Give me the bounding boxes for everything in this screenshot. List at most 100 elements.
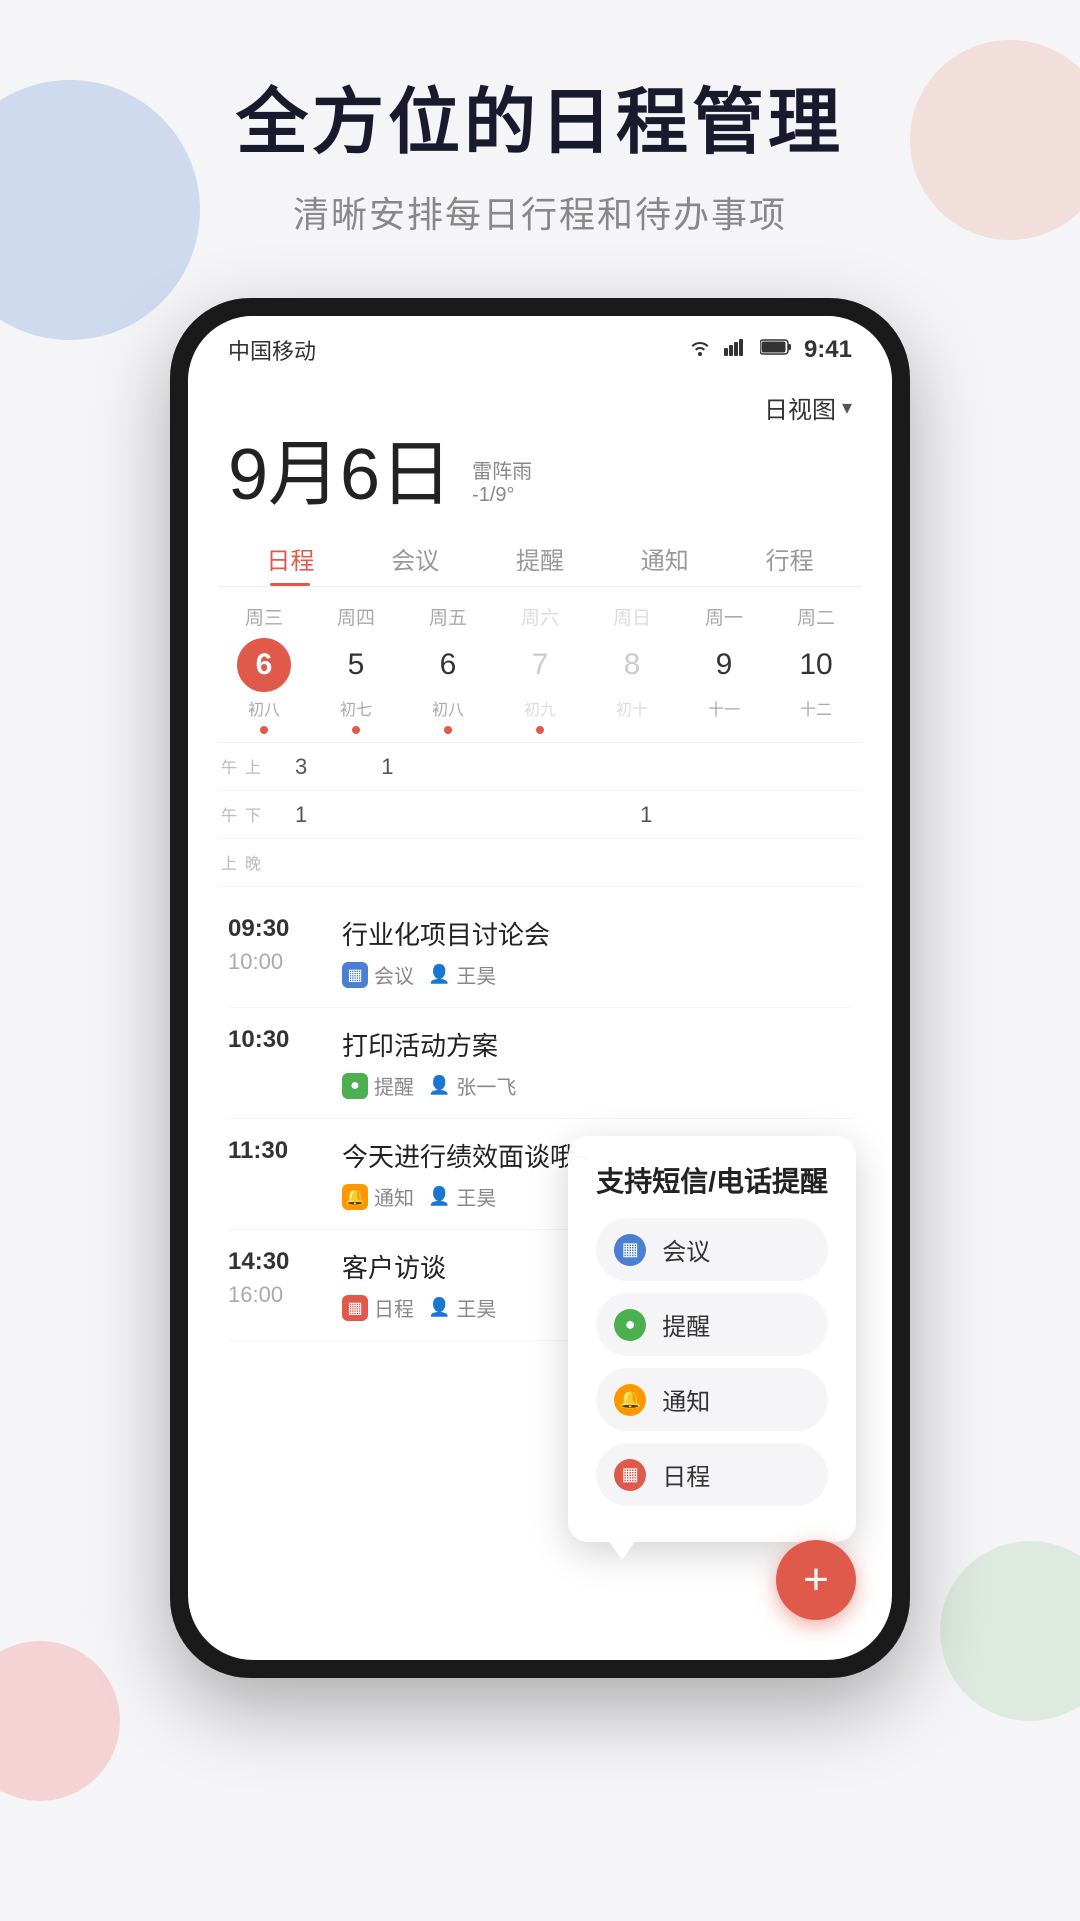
date-cell-9[interactable]: 9 十一 (678, 638, 770, 734)
title-2: 打印活动方案 (342, 1026, 852, 1063)
count-mon-eve (689, 853, 775, 873)
person-2: 👤 张一飞 (428, 1071, 516, 1100)
count-sat-pm (517, 805, 603, 825)
count-sat-eve (517, 853, 603, 873)
date-month: 9月 (228, 435, 340, 515)
status-right: 9:41 (688, 336, 852, 364)
date-dot-6 (260, 726, 268, 734)
date-day: 6日 (340, 435, 452, 515)
schedule-icon: ▦ (342, 1295, 368, 1321)
time-col-4: 14:30 16:00 (228, 1248, 318, 1308)
time-col-3: 11:30 (228, 1137, 318, 1165)
phone-container: 中国移动 9:41 (0, 298, 1080, 1678)
main-title: 全方位的日程管理 (0, 80, 1080, 166)
type-label-4: 日程 (374, 1293, 414, 1322)
count-thu-pm (344, 805, 430, 825)
schedule-item-2[interactable]: 10:30 打印活动方案 ● 提醒 👤 张 (228, 1008, 852, 1119)
date-cell-8[interactable]: 8 初十 (586, 638, 678, 734)
date-cell-10[interactable]: 10 十二 (770, 638, 862, 734)
schedule-item-1[interactable]: 09:30 10:00 行业化项目讨论会 ▦ 会议 (228, 897, 852, 1008)
date-header: 9月6日 雷阵雨 -1/9° (218, 429, 862, 527)
end-time-4: 16:00 (228, 1282, 318, 1308)
date-cell-5[interactable]: 5 初七 (310, 638, 402, 734)
date-cell-6b[interactable]: 6 初八 (402, 638, 494, 734)
person-name-3: 王昊 (456, 1182, 496, 1211)
status-time: 9:41 (804, 336, 852, 364)
date-dot-6b (444, 726, 452, 734)
count-row-afternoon: 下午 1 1 (218, 791, 862, 839)
meta-2: ● 提醒 👤 张一飞 (342, 1071, 852, 1100)
tab-notification[interactable]: 通知 (602, 527, 727, 586)
count-fri-pm (431, 805, 517, 825)
count-thu-eve (344, 853, 430, 873)
week-calendar: 周三 周四 周五 周六 周日 周一 周二 6 初八 (218, 587, 862, 734)
start-time-2: 10:30 (228, 1026, 318, 1054)
count-sun-eve (603, 853, 689, 873)
week-day-sun: 周日 (586, 603, 678, 630)
count-fri-am (431, 757, 517, 777)
week-day-fri: 周五 (402, 603, 494, 630)
view-selector-btn[interactable]: 日视图 ▾ (764, 390, 852, 425)
tab-reminder[interactable]: 提醒 (478, 527, 603, 586)
afternoon-label: 下午 (218, 791, 258, 838)
morning-label: 上午 (218, 743, 258, 790)
count-sun-pm: 1 (603, 792, 689, 838)
type-label-2: 提醒 (374, 1071, 414, 1100)
date-num-5: 5 (329, 638, 383, 692)
person-icon-1: 👤 (428, 964, 450, 985)
week-day-sat: 周六 (494, 603, 586, 630)
phone-outer: 中国移动 9:41 (170, 298, 910, 1678)
tooltip-reminder[interactable]: ● 提醒 (596, 1293, 828, 1356)
tooltip-meeting-label: 会议 (662, 1232, 710, 1267)
week-day-wed: 周三 (218, 603, 310, 630)
time-col-1: 09:30 10:00 (228, 915, 318, 975)
count-sun-am (603, 757, 689, 777)
lunar-5: 初七 (340, 696, 372, 720)
count-tue-eve (776, 853, 862, 873)
meta-1: ▦ 会议 👤 王昊 (342, 960, 852, 989)
date-display: 9月6日 (228, 439, 452, 511)
signal-icon (724, 338, 748, 362)
date-num-6b: 6 (421, 638, 475, 692)
person-icon-3: 👤 (428, 1186, 450, 1207)
view-selector[interactable]: 日视图 ▾ (218, 376, 862, 429)
tooltip-title: 支持短信/电话提醒 (596, 1160, 828, 1200)
type-badge-2: ● 提醒 (342, 1071, 414, 1100)
date-cell-7[interactable]: 7 初九 (494, 638, 586, 734)
status-carrier: 中国移动 (228, 334, 316, 366)
type-label-3: 通知 (374, 1182, 414, 1211)
person-3: 👤 王昊 (428, 1182, 496, 1211)
lunar-6: 初八 (248, 696, 280, 720)
person-4: 👤 王昊 (428, 1293, 496, 1322)
type-badge-4: ▦ 日程 (342, 1293, 414, 1322)
fab-icon: + (803, 1555, 829, 1605)
tooltip-schedule[interactable]: ▦ 日程 (596, 1443, 828, 1506)
person-name-4: 王昊 (456, 1293, 496, 1322)
count-grid: 上午 3 1 下午 1 (218, 742, 862, 887)
count-sat-am (517, 757, 603, 777)
wifi-icon (688, 338, 712, 362)
status-bar: 中国移动 9:41 (188, 316, 892, 376)
count-wed-eve (258, 853, 344, 873)
lunar-7: 初九 (524, 696, 556, 720)
person-1: 👤 王昊 (428, 960, 496, 989)
tab-trip[interactable]: 行程 (727, 527, 852, 586)
tooltip-schedule-label: 日程 (662, 1457, 710, 1492)
fab-button[interactable]: + (776, 1540, 856, 1620)
tooltip-notification[interactable]: 🔔 通知 (596, 1368, 828, 1431)
count-wed-am: 3 (258, 744, 344, 790)
tooltip-reminder-icon: ● (614, 1309, 646, 1341)
tab-schedule[interactable]: 日程 (228, 527, 353, 586)
count-mon-am (689, 757, 775, 777)
tooltip-meeting[interactable]: ▦ 会议 (596, 1218, 828, 1281)
battery-icon (760, 338, 792, 362)
reminder-icon: ● (342, 1073, 368, 1099)
date-num-10: 10 (789, 638, 843, 692)
header-section: 全方位的日程管理 清晰安排每日行程和待办事项 (0, 0, 1080, 278)
date-cell-6[interactable]: 6 初八 (218, 638, 310, 734)
week-days-header: 周三 周四 周五 周六 周日 周一 周二 (218, 603, 862, 630)
count-mon-pm (689, 805, 775, 825)
person-icon-4: 👤 (428, 1297, 450, 1318)
tab-meeting[interactable]: 会议 (353, 527, 478, 586)
week-dates: 6 初八 5 初七 6 初八 (218, 638, 862, 734)
